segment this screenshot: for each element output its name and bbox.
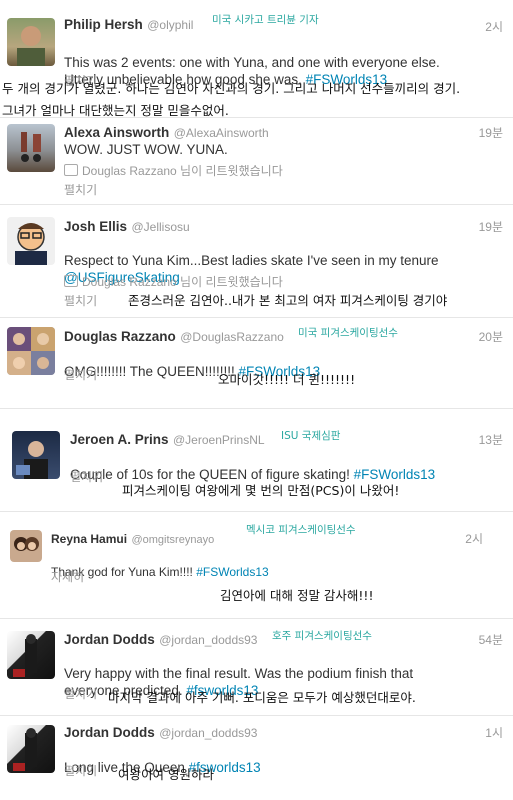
retweet-icon	[64, 275, 78, 287]
tweet-text: Couple of 10s for the QUEEN of figure sk…	[70, 467, 436, 482]
tweet-philip-hersh[interactable]: Philip Hersh @olyphil 미국 시카고 트리뷴 기자 2시 T…	[0, 0, 513, 118]
tweet-timestamp[interactable]: 2시	[485, 18, 503, 35]
expand-link[interactable]: 펼치기	[64, 366, 97, 383]
author-handle[interactable]: @olyphil	[147, 18, 193, 32]
tweet-jeroen-prins[interactable]: Jeroen A. Prins @JeroenPrinsNL ISU 국제심판 …	[0, 409, 513, 511]
translator-note-role: ISU 국제심판	[281, 430, 341, 442]
translator-note: 오마이갓!!!!! 더 퀸!!!!!!!	[218, 372, 356, 387]
retweet-info: Douglas Razzano 님이 리트윗했습니다	[64, 162, 283, 179]
translator-note: 피겨스케이팅 여왕에게 몇 번의 만점(PCS)이 나왔어!	[122, 483, 400, 498]
author-name[interactable]: Douglas Razzano	[64, 329, 176, 344]
expand-link[interactable]: 펼치기	[70, 468, 103, 485]
tweet-text: WOW. JUST WOW. YUNA.	[64, 142, 228, 157]
avatar[interactable]	[12, 431, 60, 479]
tweet-jordan-dodds-2[interactable]: Jordan Dodds @jordan_dodds93 1시 Long liv…	[0, 716, 513, 800]
author-name[interactable]: Jordan Dodds	[64, 632, 155, 647]
tweet-douglas-razzano[interactable]: Douglas Razzano @DouglasRazzano 미국 피겨스케이…	[0, 318, 513, 408]
author-name[interactable]: Reyna Hamui	[51, 532, 127, 546]
translator-note: 존경스러운 김연아..내가 본 최고의 여자 피겨스케이팅 경기야	[128, 293, 448, 308]
author-handle[interactable]: @jordan_dodds93	[159, 633, 257, 647]
translator-note: 마지막 결과에 아주 기뻐. 포디움은 모두가 예상했던대로야.	[108, 690, 416, 705]
avatar[interactable]	[7, 725, 55, 773]
tweet-timestamp[interactable]: 19분	[479, 218, 503, 235]
author-handle[interactable]: @JeroenPrinsNL	[173, 433, 265, 447]
tweet-reyna-hamui[interactable]: Reyna Hamui @omgitsreynayo 멕시코 피겨스케이팅선수 …	[0, 512, 513, 618]
retweet-icon	[64, 164, 78, 176]
author-name[interactable]: Jeroen A. Prins	[70, 432, 169, 447]
tweet-timestamp[interactable]: 13분	[479, 431, 503, 448]
retweet-info: Douglas Razzano 님이 리트윗했습니다	[64, 273, 283, 290]
tweet-alexa-ainsworth[interactable]: Alexa Ainsworth @AlexaAinsworth 19분 WOW.…	[0, 118, 513, 204]
avatar[interactable]	[7, 327, 55, 375]
translator-note-role: 멕시코 피겨스케이팅선수	[246, 524, 356, 536]
expand-link[interactable]: 펼치기	[64, 762, 97, 779]
avatar[interactable]	[7, 631, 55, 679]
author-handle[interactable]: @omgitsreynayo	[131, 534, 214, 546]
author-name[interactable]: Alexa Ainsworth	[64, 125, 169, 140]
author-handle[interactable]: @AlexaAinsworth	[174, 126, 269, 140]
expand-link[interactable]: 자세히	[51, 568, 84, 585]
tweet-timestamp[interactable]: 19분	[479, 124, 503, 141]
translator-note: 여왕이여 영원하라	[118, 767, 214, 782]
tweet-timestamp[interactable]: 1시	[485, 724, 503, 741]
tweet-timestamp[interactable]: 20분	[479, 328, 503, 345]
tweet-josh-ellis[interactable]: Josh Ellis @Jellisosu 19분 Respect to Yun…	[0, 205, 513, 317]
translator-note-role: 미국 피겨스케이팅선수	[298, 327, 398, 339]
avatar[interactable]	[7, 124, 55, 172]
avatar[interactable]	[10, 530, 42, 562]
expand-link[interactable]: 펼치기	[64, 292, 97, 309]
tweet-text: Thank god for Yuna Kim!!!! #FSWorlds13	[51, 565, 269, 579]
translator-note-role: 호주 피겨스케이팅선수	[272, 630, 372, 642]
author-name[interactable]: Josh Ellis	[64, 219, 127, 234]
translator-note: 김연아에 대해 정말 감사해!!!	[220, 588, 374, 603]
tweet-timestamp[interactable]: 54분	[479, 631, 503, 648]
expand-link[interactable]: 펼치기	[64, 181, 97, 198]
author-handle[interactable]: @DouglasRazzano	[180, 330, 284, 344]
author-name[interactable]: Jordan Dodds	[64, 725, 155, 740]
tweet-jordan-dodds-1[interactable]: Jordan Dodds @jordan_dodds93 호주 피겨스케이팅선수…	[0, 619, 513, 715]
author-handle[interactable]: @jordan_dodds93	[159, 726, 257, 740]
hashtag-link[interactable]: #FSWorlds13	[196, 565, 268, 579]
author-name[interactable]: Philip Hersh	[64, 17, 143, 32]
avatar[interactable]	[7, 217, 55, 265]
translator-note: 두 개의 경기가 열렸군. 하나는 김연아 자신과의 경기. 그리고 나머지 선…	[2, 81, 461, 96]
author-handle[interactable]: @Jellisosu	[131, 220, 189, 234]
tweet-timestamp[interactable]: 2시	[465, 530, 483, 547]
expand-link[interactable]: 펼치기	[64, 685, 97, 702]
translator-note-role: 미국 시카고 트리뷴 기자	[212, 14, 319, 26]
avatar[interactable]	[7, 18, 55, 66]
